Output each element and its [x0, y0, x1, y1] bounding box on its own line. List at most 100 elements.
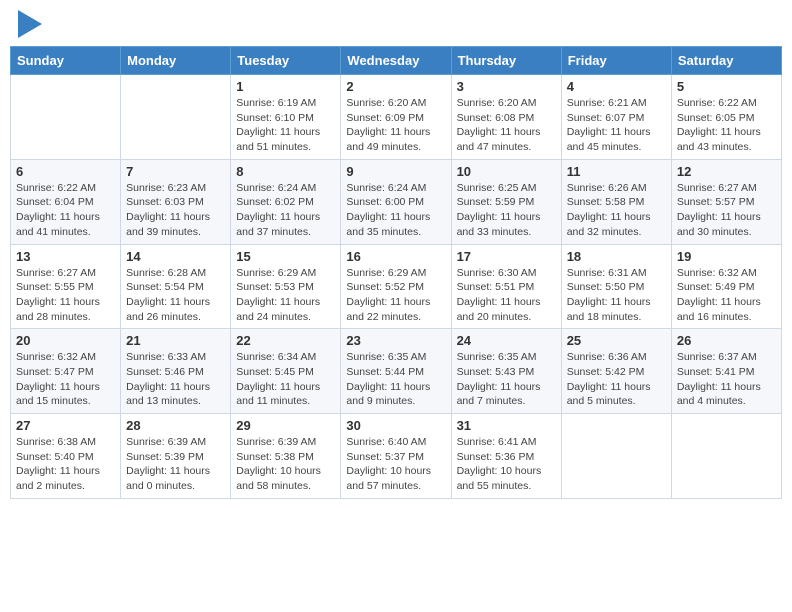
calendar-cell [561, 414, 671, 499]
day-number: 24 [457, 333, 556, 348]
calendar-week-2: 6Sunrise: 6:22 AMSunset: 6:04 PMDaylight… [11, 159, 782, 244]
day-number: 28 [126, 418, 225, 433]
day-number: 10 [457, 164, 556, 179]
calendar-table: SundayMondayTuesdayWednesdayThursdayFrid… [10, 46, 782, 499]
day-number: 26 [677, 333, 776, 348]
header-day-monday: Monday [121, 47, 231, 75]
day-number: 25 [567, 333, 666, 348]
day-number: 7 [126, 164, 225, 179]
calendar-week-3: 13 Sunrise: 6:27 AMSunset: 5:55 PMDayligh… [11, 244, 782, 329]
calendar-cell [121, 75, 231, 160]
day-number: 20 [16, 333, 115, 348]
day-number: 3 [457, 79, 556, 94]
calendar-cell: 11 Sunrise: 6:26 AMSunset: 5:58 PMDayligh… [561, 159, 671, 244]
calendar-cell: 25 Sunrise: 6:36 AMSunset: 5:42 PMDayligh… [561, 329, 671, 414]
day-detail: Sunrise: 6:22 AMSunset: 6:05 PMDaylight:… [677, 96, 776, 155]
day-detail: Sunrise: 6:29 AMSunset: 5:53 PMDaylight:… [236, 266, 335, 325]
header-day-thursday: Thursday [451, 47, 561, 75]
day-number: 5 [677, 79, 776, 94]
logo-icon [18, 10, 42, 38]
calendar-cell: 26Sunrise: 6:37 AMSunset: 5:41 PMDayligh… [671, 329, 781, 414]
calendar-cell: 12 Sunrise: 6:27 AMSunset: 5:57 PMDayligh… [671, 159, 781, 244]
day-detail: Sunrise: 6:35 AMSunset: 5:43 PMDaylight:… [457, 350, 556, 409]
day-number: 21 [126, 333, 225, 348]
day-detail: Sunrise: 6:23 AMSunset: 6:03 PMDaylight:… [126, 181, 225, 240]
calendar-cell: 13 Sunrise: 6:27 AMSunset: 5:55 PMDayligh… [11, 244, 121, 329]
calendar-cell: 8 Sunrise: 6:24 AMSunset: 6:02 PMDaylight… [231, 159, 341, 244]
day-number: 18 [567, 249, 666, 264]
day-detail: Sunrise: 6:27 AMSunset: 5:55 PMDaylight:… [16, 266, 115, 325]
calendar-cell [11, 75, 121, 160]
header-day-tuesday: Tuesday [231, 47, 341, 75]
day-detail: Sunrise: 6:39 AMSunset: 5:39 PMDaylight:… [126, 435, 225, 494]
calendar-cell: 14Sunrise: 6:28 AMSunset: 5:54 PMDayligh… [121, 244, 231, 329]
day-number: 11 [567, 164, 666, 179]
day-detail: Sunrise: 6:26 AMSunset: 5:58 PMDaylight:… [567, 181, 666, 240]
day-number: 16 [346, 249, 445, 264]
calendar-cell: 16 Sunrise: 6:29 AMSunset: 5:52 PMDayligh… [341, 244, 451, 329]
header-day-friday: Friday [561, 47, 671, 75]
calendar-cell: 28 Sunrise: 6:39 AMSunset: 5:39 PMDayligh… [121, 414, 231, 499]
day-detail: Sunrise: 6:27 AMSunset: 5:57 PMDaylight:… [677, 181, 776, 240]
day-number: 1 [236, 79, 335, 94]
calendar-cell: 7 Sunrise: 6:23 AMSunset: 6:03 PMDaylight… [121, 159, 231, 244]
calendar-cell: 21 Sunrise: 6:33 AMSunset: 5:46 PMDayligh… [121, 329, 231, 414]
day-number: 19 [677, 249, 776, 264]
day-detail: Sunrise: 6:34 AMSunset: 5:45 PMDaylight:… [236, 350, 335, 409]
calendar-cell: 15Sunrise: 6:29 AMSunset: 5:53 PMDayligh… [231, 244, 341, 329]
day-number: 14 [126, 249, 225, 264]
calendar-cell: 22Sunrise: 6:34 AMSunset: 5:45 PMDayligh… [231, 329, 341, 414]
day-number: 31 [457, 418, 556, 433]
calendar-cell: 6Sunrise: 6:22 AMSunset: 6:04 PMDaylight… [11, 159, 121, 244]
calendar-cell: 10 Sunrise: 6:25 AMSunset: 5:59 PMDayligh… [451, 159, 561, 244]
calendar-header-row: SundayMondayTuesdayWednesdayThursdayFrid… [11, 47, 782, 75]
calendar-cell: 29 Sunrise: 6:39 AMSunset: 5:38 PMDayligh… [231, 414, 341, 499]
day-detail: Sunrise: 6:25 AMSunset: 5:59 PMDaylight:… [457, 181, 556, 240]
day-detail: Sunrise: 6:30 AMSunset: 5:51 PMDaylight:… [457, 266, 556, 325]
calendar-week-4: 20Sunrise: 6:32 AMSunset: 5:47 PMDayligh… [11, 329, 782, 414]
day-number: 17 [457, 249, 556, 264]
day-detail: Sunrise: 6:41 AMSunset: 5:36 PMDaylight:… [457, 435, 556, 494]
calendar-cell: 9 Sunrise: 6:24 AMSunset: 6:00 PMDaylight… [341, 159, 451, 244]
day-number: 27 [16, 418, 115, 433]
calendar-week-5: 27 Sunrise: 6:38 AMSunset: 5:40 PMDayligh… [11, 414, 782, 499]
calendar-week-1: 1 Sunrise: 6:19 AMSunset: 6:10 PMDaylight… [11, 75, 782, 160]
day-detail: Sunrise: 6:35 AMSunset: 5:44 PMDaylight:… [346, 350, 445, 409]
calendar-cell: 20Sunrise: 6:32 AMSunset: 5:47 PMDayligh… [11, 329, 121, 414]
day-detail: Sunrise: 6:29 AMSunset: 5:52 PMDaylight:… [346, 266, 445, 325]
day-number: 12 [677, 164, 776, 179]
day-detail: Sunrise: 6:20 AMSunset: 6:09 PMDaylight:… [346, 96, 445, 155]
day-detail: Sunrise: 6:21 AMSunset: 6:07 PMDaylight:… [567, 96, 666, 155]
calendar-cell: 27 Sunrise: 6:38 AMSunset: 5:40 PMDayligh… [11, 414, 121, 499]
day-number: 6 [16, 164, 115, 179]
day-detail: Sunrise: 6:39 AMSunset: 5:38 PMDaylight:… [236, 435, 335, 494]
calendar-cell: 17 Sunrise: 6:30 AMSunset: 5:51 PMDayligh… [451, 244, 561, 329]
day-detail: Sunrise: 6:32 AMSunset: 5:49 PMDaylight:… [677, 266, 776, 325]
day-detail: Sunrise: 6:40 AMSunset: 5:37 PMDaylight:… [346, 435, 445, 494]
calendar-cell: 19 Sunrise: 6:32 AMSunset: 5:49 PMDayligh… [671, 244, 781, 329]
day-number: 13 [16, 249, 115, 264]
day-detail: Sunrise: 6:19 AMSunset: 6:10 PMDaylight:… [236, 96, 335, 155]
day-number: 2 [346, 79, 445, 94]
calendar-cell: 18 Sunrise: 6:31 AMSunset: 5:50 PMDayligh… [561, 244, 671, 329]
calendar-cell: 1 Sunrise: 6:19 AMSunset: 6:10 PMDaylight… [231, 75, 341, 160]
day-detail: Sunrise: 6:36 AMSunset: 5:42 PMDaylight:… [567, 350, 666, 409]
day-detail: Sunrise: 6:24 AMSunset: 6:02 PMDaylight:… [236, 181, 335, 240]
calendar-cell [671, 414, 781, 499]
header-day-wednesday: Wednesday [341, 47, 451, 75]
calendar-cell: 4 Sunrise: 6:21 AMSunset: 6:07 PMDaylight… [561, 75, 671, 160]
day-number: 29 [236, 418, 335, 433]
logo [14, 10, 42, 38]
header-day-sunday: Sunday [11, 47, 121, 75]
calendar-cell: 3Sunrise: 6:20 AMSunset: 6:08 PMDaylight… [451, 75, 561, 160]
day-detail: Sunrise: 6:38 AMSunset: 5:40 PMDaylight:… [16, 435, 115, 494]
day-number: 9 [346, 164, 445, 179]
day-number: 4 [567, 79, 666, 94]
day-number: 8 [236, 164, 335, 179]
day-detail: Sunrise: 6:33 AMSunset: 5:46 PMDaylight:… [126, 350, 225, 409]
day-detail: Sunrise: 6:31 AMSunset: 5:50 PMDaylight:… [567, 266, 666, 325]
calendar-cell: 5 Sunrise: 6:22 AMSunset: 6:05 PMDaylight… [671, 75, 781, 160]
day-detail: Sunrise: 6:24 AMSunset: 6:00 PMDaylight:… [346, 181, 445, 240]
calendar-cell: 24 Sunrise: 6:35 AMSunset: 5:43 PMDayligh… [451, 329, 561, 414]
day-number: 30 [346, 418, 445, 433]
